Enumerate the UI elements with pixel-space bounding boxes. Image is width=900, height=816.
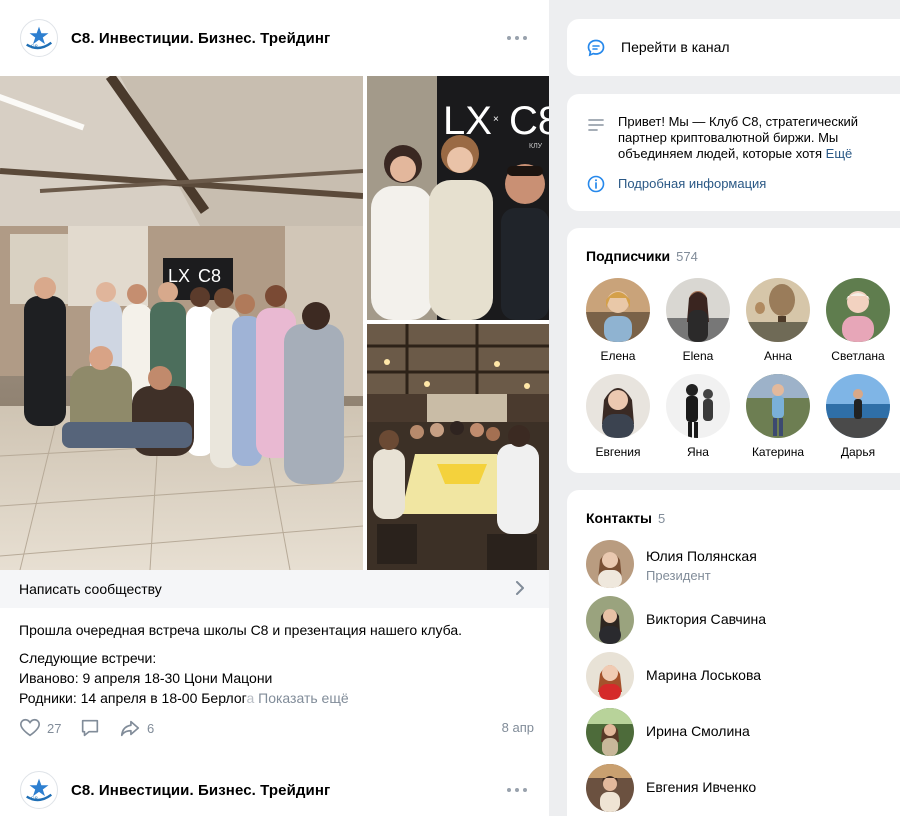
subscriber-item[interactable]: Елена (586, 278, 650, 363)
svg-text:C8: C8 (509, 99, 549, 143)
comment-button[interactable] (79, 716, 101, 740)
info-icon (587, 175, 605, 193)
subscriber-item[interactable]: Elena (666, 278, 730, 363)
text-lines-icon (588, 119, 604, 131)
contact-item[interactable]: Ирина Смолина (586, 708, 886, 758)
like-button[interactable]: 27 (19, 716, 61, 740)
avatar (586, 596, 634, 644)
like-count: 27 (47, 720, 62, 736)
subscriber-name: Елена (600, 349, 636, 363)
share-button[interactable]: 6 (119, 716, 154, 740)
description-more-link[interactable]: Ещё (826, 146, 853, 161)
contact-name: Юлия Полянская (646, 548, 757, 564)
subscriber-item[interactable]: Катерина (746, 374, 810, 459)
contact-item[interactable]: Марина Лоськова (586, 652, 886, 702)
post-author[interactable]: С8. Инвестиции. Бизнес. Трейдинг (71, 30, 330, 47)
avatar (826, 278, 890, 342)
svg-text:LX: LX (443, 99, 492, 143)
post-header: C8 С8. Инвестиции. Бизнес. Трейдинг (0, 752, 549, 816)
subscribers-heading[interactable]: Подписчики 574 (586, 248, 698, 264)
avatar (586, 278, 650, 342)
community-avatar[interactable]: C8 (20, 19, 58, 57)
write-to-community-button[interactable]: Написать сообществу (0, 570, 549, 608)
contact-name: Ирина Смолина (646, 723, 750, 739)
contact-role: Президент (646, 568, 711, 583)
subscriber-name: Elena (682, 349, 714, 363)
svg-text:C8: C8 (198, 266, 221, 286)
about-card: Привет! Мы — Клуб С8, стратегический пар… (567, 94, 900, 211)
avatar (586, 652, 634, 700)
comment-icon (81, 719, 99, 737)
contacts-heading[interactable]: Контакты 5 (586, 510, 665, 526)
subscribers-card: Подписчики 574 Елена Elena Анна Светлана … (567, 228, 900, 473)
photo-dinner[interactable] (367, 324, 549, 570)
post-header: C8 С8. Инвестиции. Бизнес. Трейдинг (0, 0, 549, 76)
community-avatar[interactable]: C8 (20, 771, 58, 809)
post-photos: LX C8 LX × C КЛУ (0, 76, 549, 570)
go-to-channel-label: Перейти в канал (621, 39, 730, 55)
avatar (586, 374, 650, 438)
go-to-channel-card[interactable]: Перейти в канал (567, 19, 900, 76)
avatar (666, 374, 730, 438)
avatar (746, 374, 810, 438)
show-more-link[interactable]: Показать ещё (258, 690, 349, 706)
avatar (586, 764, 634, 812)
detailed-info-link[interactable]: Подробная информация (618, 176, 766, 191)
photo-group-meeting[interactable]: LX C8 (0, 76, 363, 570)
post-text-line: Прошла очередная встреча школы С8 и през… (19, 622, 463, 638)
subscriber-name: Анна (764, 349, 792, 363)
subscriber-name: Светлана (831, 349, 885, 363)
chevron-right-icon (516, 581, 524, 595)
post-text: Прошла очередная встреча школы С8 и през… (19, 620, 534, 708)
avatar (746, 278, 810, 342)
svg-text:КЛУ: КЛУ (529, 143, 543, 150)
avatar (586, 540, 634, 588)
post-actions: 27 6 8 апр (19, 716, 534, 740)
subscriber-name: Евгения (595, 445, 641, 459)
write-to-community-label: Написать сообществу (19, 581, 162, 597)
share-count: 6 (147, 720, 155, 736)
contacts-count: 5 (658, 511, 666, 526)
more-options-icon[interactable] (507, 30, 527, 46)
subscriber-item[interactable]: Дарья (826, 374, 890, 459)
more-options-icon[interactable] (507, 782, 527, 798)
post-text-line: Родники: 14 апреля в 18-00 Берлога Показ… (19, 690, 349, 706)
subscriber-name: Яна (687, 445, 709, 459)
subscriber-item[interactable]: Евгения (586, 374, 650, 459)
contact-item[interactable]: Евгения Ивченко (586, 764, 886, 814)
subscribers-count: 574 (676, 249, 698, 264)
subscriber-name: Катерина (751, 445, 805, 459)
avatar (826, 374, 890, 438)
avatar (666, 278, 730, 342)
contact-item[interactable]: Юлия Полянская Президент (586, 540, 886, 590)
svg-text:C8: C8 (30, 796, 37, 802)
heart-icon (20, 718, 40, 737)
post-author[interactable]: С8. Инвестиции. Бизнес. Трейдинг (71, 782, 330, 799)
photo-portrait[interactable]: LX × C8 КЛУ (367, 76, 549, 320)
community-description: Привет! Мы — Клуб С8, стратегический пар… (618, 114, 859, 161)
share-icon (120, 720, 140, 737)
contact-name: Марина Лоськова (646, 667, 762, 683)
feed: C8 С8. Инвестиции. Бизнес. Трейдинг LX C… (0, 0, 549, 816)
svg-text:C8: C8 (30, 44, 37, 50)
contacts-card: Контакты 5 Юлия Полянская Президент Викто… (567, 490, 900, 816)
subscriber-item[interactable]: Яна (666, 374, 730, 459)
subscriber-item[interactable]: Светлана (826, 278, 890, 363)
contact-item[interactable]: Виктория Савчина (586, 596, 886, 646)
svg-text:×: × (493, 114, 499, 125)
contact-name: Виктория Савчина (646, 611, 767, 627)
subscriber-item[interactable]: Анна (746, 278, 810, 363)
avatar (586, 708, 634, 756)
subscriber-name: Дарья (840, 445, 876, 459)
post-text-line: Иваново: 9 апреля 18-30 Цони Мацони (19, 670, 273, 686)
post-date[interactable]: 8 апр (502, 720, 534, 735)
channel-chat-icon (587, 39, 605, 57)
post-text-line: Следующие встречи: (19, 650, 157, 666)
contact-name: Евгения Ивченко (646, 779, 757, 795)
